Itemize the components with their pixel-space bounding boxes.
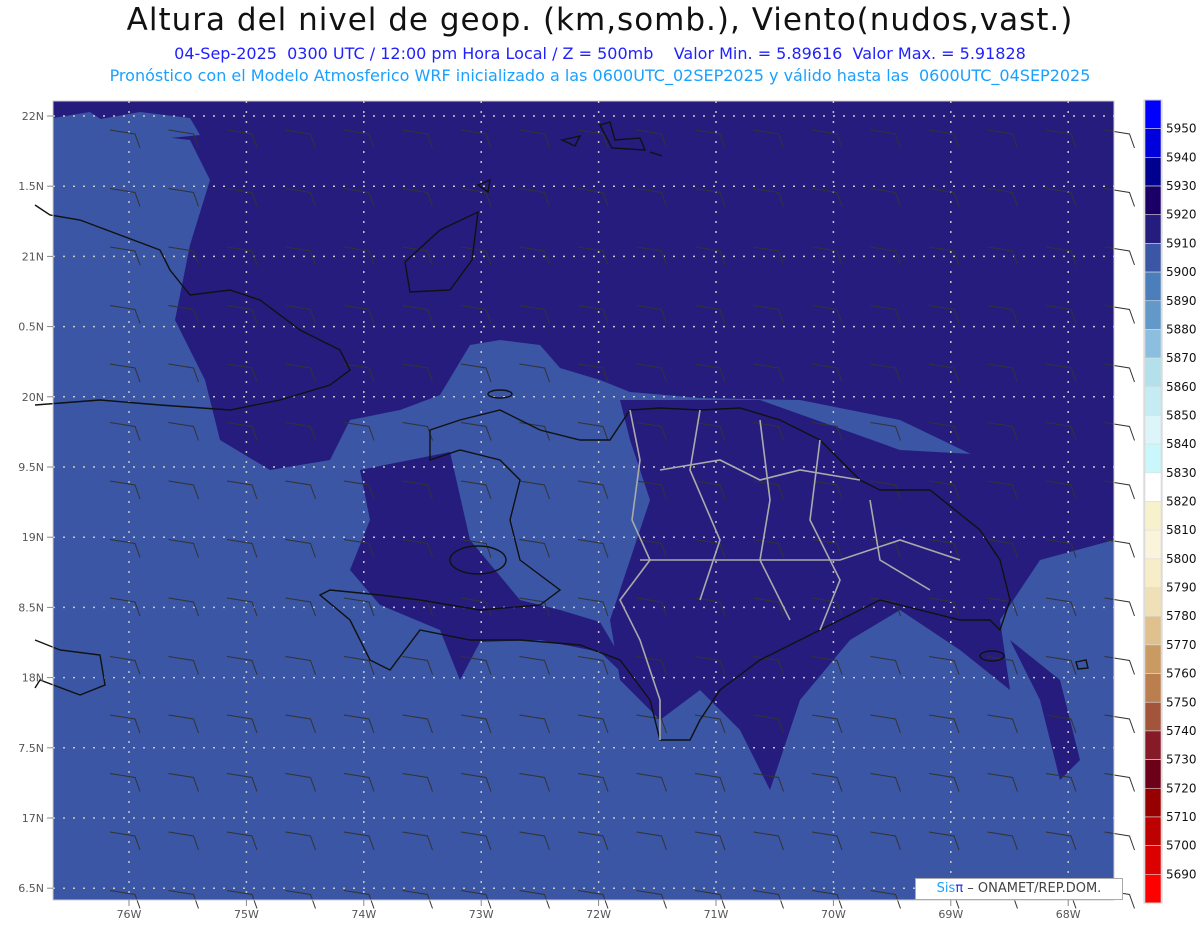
colorbar-swatch [1144, 99, 1162, 129]
colorbar-swatch [1144, 558, 1162, 588]
credit-pi: π [955, 881, 964, 896]
colorbar-label: 5930 [1166, 179, 1197, 193]
colorbar-label: 5720 [1166, 781, 1197, 795]
colorbar-label: 5770 [1166, 638, 1197, 652]
colorbar-swatch [1144, 386, 1162, 416]
colorbar-swatch [1144, 615, 1162, 646]
credit-sis: Sis [936, 881, 956, 896]
lat-label: 18N [22, 672, 44, 685]
colorbar-swatch [1144, 787, 1162, 818]
colorbar-label: 5700 [1166, 839, 1197, 853]
colorbar-swatch [1144, 243, 1162, 273]
colorbar-swatch [1144, 816, 1162, 846]
colorbar-label: 5900 [1166, 265, 1197, 279]
lat-label: 19N [22, 531, 44, 544]
lon-label: 75W [234, 908, 259, 921]
colorbar-label: 5860 [1166, 380, 1197, 394]
colorbar-swatch [1144, 673, 1162, 703]
colorbar-swatch [1144, 415, 1162, 445]
colorbar-label: 5880 [1166, 322, 1197, 336]
colorbar-label: 5830 [1166, 466, 1197, 480]
colorbar-swatch [1144, 271, 1162, 302]
colorbar-swatch [1144, 701, 1162, 732]
colorbar-label: 5920 [1166, 208, 1197, 222]
credit-text: – ONAMET/REP.DOM. [967, 881, 1102, 896]
lat-label: 8.5N [18, 601, 44, 614]
geopotential-map: 22N 1.5N 21N 0.5N 20N 9.5N 19N 8.5N 18N 7.5N 17N 6.… [18, 99, 1197, 921]
chart-subtitle: 04-Sep-2025 0300 UTC / 12:00 pm Hora Loc… [174, 44, 1026, 63]
lon-label: 74W [351, 908, 376, 921]
lat-label: 7.5N [18, 742, 44, 755]
colorbar-swatch [1144, 759, 1162, 789]
chart-title: Altura del nivel de geop. (km,somb.), Vi… [126, 2, 1074, 38]
colorbar-swatch [1144, 845, 1162, 875]
colorbar-label: 5910 [1166, 236, 1197, 250]
colorbar-swatch [1144, 157, 1162, 187]
lat-label: 17N [22, 812, 44, 825]
colorbar-swatch [1144, 443, 1162, 474]
colorbar-label: 5950 [1166, 122, 1197, 136]
colorbar-label: 5710 [1166, 810, 1197, 824]
lon-label: 71W [704, 908, 729, 921]
colorbar-label: 5760 [1166, 667, 1197, 681]
colorbar-label: 5840 [1166, 437, 1197, 451]
colorbar-label: 5810 [1166, 523, 1197, 537]
colorbar-swatch [1144, 214, 1162, 244]
lat-label: 22N [22, 110, 44, 123]
colorbar-swatch [1144, 357, 1162, 388]
lon-label: 70W [821, 908, 846, 921]
colorbar-label: 5800 [1166, 552, 1197, 566]
lon-label: 69W [938, 908, 963, 921]
colorbar-label: 5820 [1166, 495, 1197, 509]
colorbar-swatch [1144, 128, 1162, 158]
colorbar-swatch [1144, 329, 1162, 359]
colorbar-label: 5690 [1166, 867, 1197, 881]
credit-box: Sisπ – ONAMET/REP.DOM. [915, 878, 1123, 900]
colorbar-label: 5780 [1166, 609, 1197, 623]
colorbar-swatch [1144, 472, 1162, 502]
colorbar-swatch [1144, 185, 1162, 216]
lat-label: 20N [22, 391, 44, 404]
model-info: Pronóstico con el Modelo Atmosferico WRF… [109, 66, 1091, 85]
colorbar-label: 5850 [1166, 408, 1197, 422]
lat-label: 0.5N [18, 321, 44, 334]
colorbar-label: 5940 [1166, 150, 1197, 164]
colorbar-label: 5790 [1166, 581, 1197, 595]
lon-label: 68W [1056, 908, 1081, 921]
colorbar-label: 5750 [1166, 695, 1197, 709]
colorbar-label: 5870 [1166, 351, 1197, 365]
colorbar-swatch [1144, 501, 1162, 531]
lat-label: 1.5N [18, 180, 44, 193]
colorbar: 5950 5940 5930 5920 5910 5900 5890 5880 5870 5860… [1143, 99, 1197, 904]
colorbar-label: 5730 [1166, 753, 1197, 767]
lon-label: 76W [117, 908, 142, 921]
colorbar-swatch [1144, 529, 1162, 560]
colorbar-swatch [1144, 874, 1162, 904]
colorbar-swatch [1144, 730, 1162, 760]
lat-label: 6.5N [18, 882, 44, 895]
colorbar-label: 5740 [1166, 724, 1197, 738]
colorbar-label: 5890 [1166, 294, 1197, 308]
colorbar-swatch [1144, 587, 1162, 617]
lat-label: 21N [22, 250, 44, 263]
lat-label: 9.5N [18, 461, 44, 474]
colorbar-swatch [1144, 644, 1162, 674]
colorbar-swatch [1144, 300, 1162, 330]
lon-label: 72W [586, 908, 611, 921]
lon-label: 73W [469, 908, 494, 921]
